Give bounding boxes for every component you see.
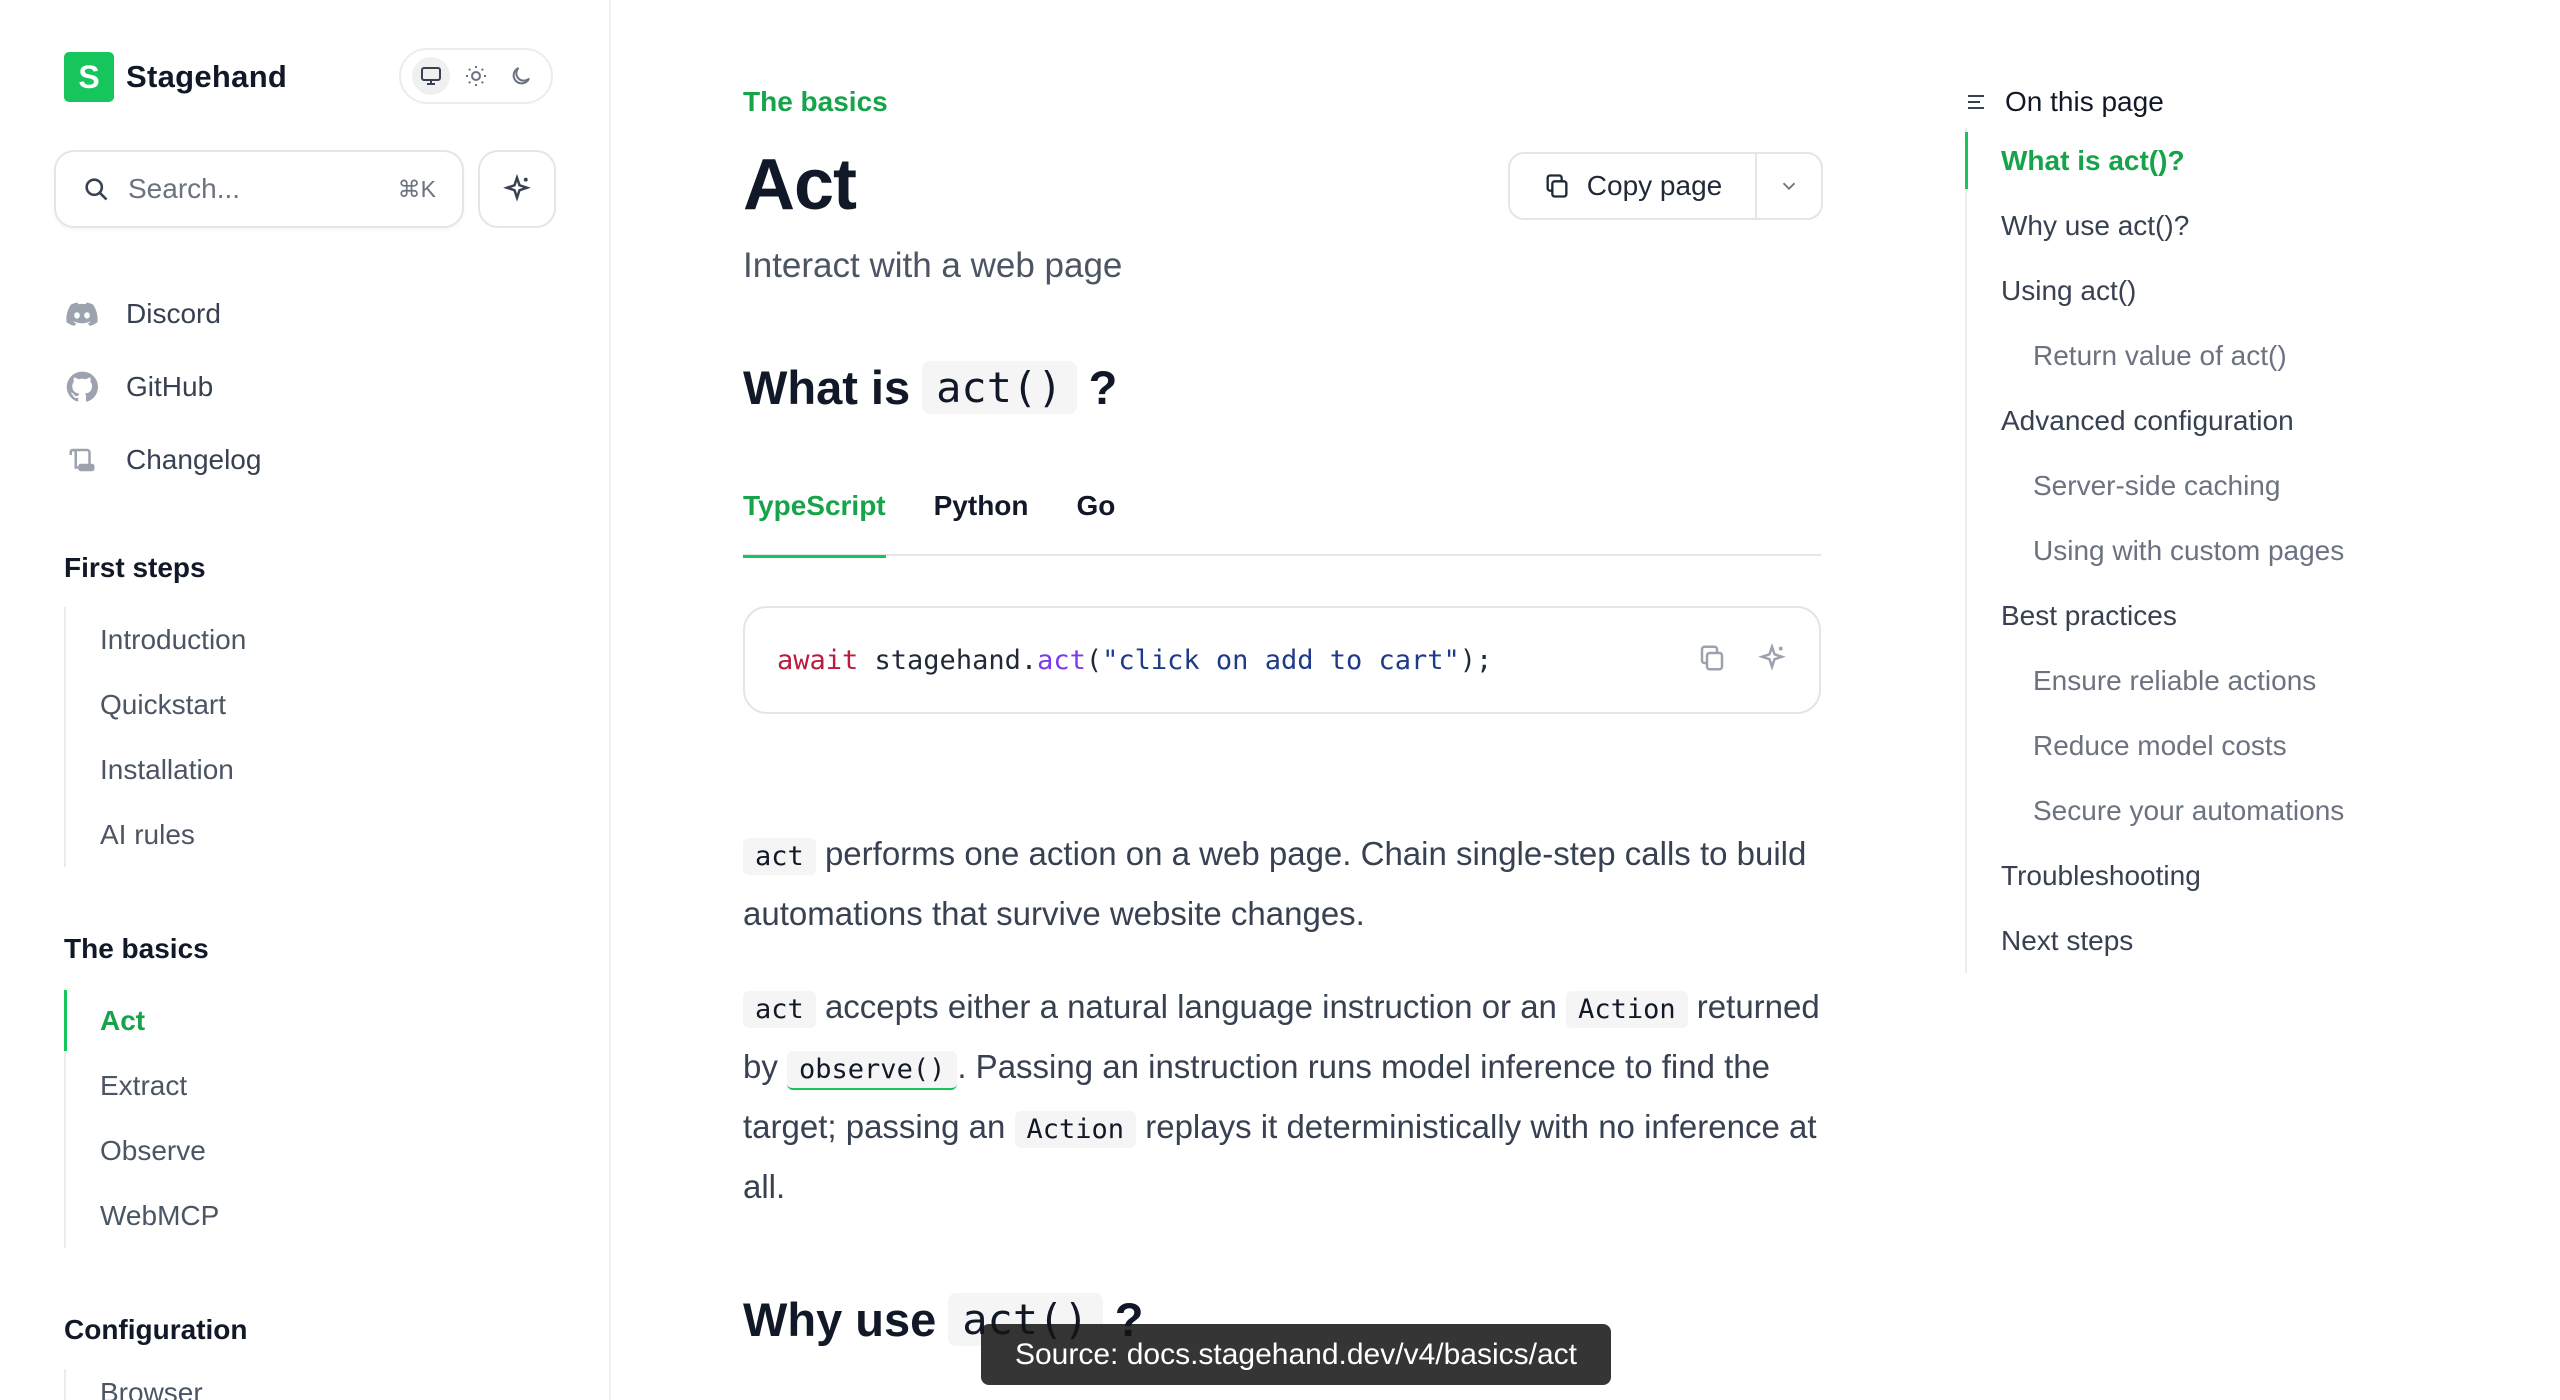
- moon-icon: [512, 67, 530, 85]
- toc-item-reliable-actions[interactable]: Ensure reliable actions: [1967, 648, 2485, 713]
- nav-item-browser[interactable]: Browser: [66, 1369, 564, 1400]
- inline-code: act: [743, 991, 816, 1028]
- paragraph-text: performs one action on a web page. Chain…: [743, 835, 1807, 932]
- nav-item-quickstart[interactable]: Quickstart: [66, 672, 564, 737]
- nav-item-introduction[interactable]: Introduction: [66, 607, 564, 672]
- page-title: Act: [743, 145, 857, 225]
- theme-switcher: [399, 48, 553, 104]
- scroll-icon: [64, 442, 100, 478]
- ask-ai-code-button[interactable]: [1757, 642, 1787, 678]
- code-string: "click on add to cart": [1102, 644, 1460, 676]
- nav-group-configuration: Browser: [64, 1369, 564, 1400]
- sparkle-icon: [503, 174, 531, 202]
- nav-heading-configuration: Configuration: [64, 1314, 248, 1345]
- toc-title-label: On this page: [2005, 86, 2164, 117]
- discord-link[interactable]: Discord: [64, 296, 221, 332]
- copy-icon: [1700, 645, 1724, 670]
- toc-list: What is act()? Why use act()? Using act(…: [1965, 128, 2485, 973]
- toc-item-why-use-act[interactable]: Why use act()?: [1967, 193, 2485, 258]
- code-paren-close: );: [1459, 644, 1493, 676]
- sun-icon: [465, 66, 486, 86]
- brand-logo[interactable]: S Stagehand: [64, 52, 287, 102]
- toc-item-advanced-configuration[interactable]: Advanced configuration: [1967, 388, 2485, 453]
- code-paren-open: (: [1085, 644, 1103, 676]
- toc-item-custom-pages[interactable]: Using with custom pages: [1967, 518, 2485, 583]
- paragraph-text: accepts either a natural language instru…: [815, 988, 1567, 1025]
- search-icon: [85, 178, 108, 201]
- changelog-link[interactable]: Changelog: [64, 442, 261, 478]
- changelog-label: Changelog: [126, 444, 262, 475]
- toc-item-troubleshooting[interactable]: Troubleshooting: [1967, 843, 2485, 908]
- section-eyebrow: The basics: [743, 86, 888, 117]
- copy-page-button-group: Copy page: [1508, 152, 1823, 220]
- language-tabs: TypeScript Python Go: [743, 480, 1821, 558]
- heading-text: What is: [743, 361, 911, 414]
- code-keyword: await: [777, 644, 859, 676]
- nav-heading-the-basics: The basics: [64, 933, 209, 964]
- copy-page-label: Copy page: [1586, 170, 1723, 201]
- dark-theme-button[interactable]: [502, 57, 540, 95]
- heading-text: Why use: [743, 1293, 937, 1346]
- copy-options-dropdown[interactable]: [1755, 154, 1821, 218]
- copy-icon: [1546, 174, 1568, 198]
- stagehand-logo-icon: S: [64, 52, 114, 102]
- nav-item-extract[interactable]: Extract: [66, 1053, 564, 1118]
- nav-item-ai-rules[interactable]: AI rules: [66, 802, 564, 867]
- nav-item-observe[interactable]: Observe: [66, 1118, 564, 1183]
- search-shortcut: ⌘K: [397, 175, 436, 202]
- search-input[interactable]: Search... ⌘K: [54, 150, 464, 228]
- code-block: await stagehand.act("click on add to car…: [743, 606, 1821, 714]
- nav-item-act[interactable]: Act: [64, 988, 564, 1053]
- toc-item-return-value[interactable]: Return value of act(): [1967, 323, 2485, 388]
- inline-code: Action: [1014, 1111, 1137, 1148]
- nav-item-webmcp[interactable]: WebMCP: [66, 1183, 564, 1248]
- toc-item-next-steps[interactable]: Next steps: [1967, 908, 2485, 973]
- monitor-icon: [421, 67, 442, 85]
- sidebar: S Stagehand Search... ⌘K Discord GitHub: [0, 0, 611, 1400]
- brand-name: Stagehand: [126, 59, 288, 94]
- heading-suffix: ?: [1088, 361, 1118, 414]
- toc-item-reduce-costs[interactable]: Reduce model costs: [1967, 713, 2485, 778]
- nav-group-the-basics: Act Extract Observe WebMCP: [64, 988, 564, 1248]
- system-theme-button[interactable]: [412, 57, 451, 95]
- github-label: GitHub: [126, 371, 214, 402]
- paragraph-accepts: act accepts either a natural language in…: [743, 978, 1823, 1215]
- tab-typescript[interactable]: TypeScript: [743, 480, 886, 558]
- nav-item-installation[interactable]: Installation: [66, 737, 564, 802]
- tab-go[interactable]: Go: [1077, 480, 1116, 556]
- github-icon: [64, 369, 100, 405]
- code-function: act: [1037, 644, 1086, 676]
- heading-code: act(): [922, 361, 1077, 414]
- nav-group-first-steps: Introduction Quickstart Installation AI …: [64, 607, 564, 867]
- heading-what-is-act[interactable]: What is act() ?: [743, 360, 1117, 415]
- code-object: stagehand.: [858, 644, 1038, 676]
- toc-item-using-act[interactable]: Using act(): [1967, 258, 2485, 323]
- ai-assistant-button[interactable]: [478, 150, 556, 228]
- source-url-tooltip: Source: docs.stagehand.dev/v4/basics/act: [981, 1324, 1611, 1385]
- toc-item-secure-automations[interactable]: Secure your automations: [1967, 778, 2485, 843]
- page-subtitle: Interact with a web page: [743, 246, 1123, 285]
- inline-code: Action: [1566, 991, 1688, 1028]
- observe-link[interactable]: observe(): [787, 1051, 958, 1090]
- code-actions: [1697, 642, 1787, 678]
- light-theme-button[interactable]: [457, 57, 495, 95]
- inline-code: act: [743, 838, 816, 875]
- paragraph-intro: act performs one action on a web page. C…: [743, 825, 1823, 942]
- discord-label: Discord: [126, 298, 221, 329]
- copy-page-button[interactable]: Copy page: [1510, 154, 1755, 218]
- list-icon: [1968, 95, 1984, 109]
- sparkle-icon: [1758, 642, 1786, 671]
- tab-python[interactable]: Python: [934, 480, 1029, 556]
- code-line[interactable]: await stagehand.act("click on add to car…: [777, 645, 1697, 676]
- search-placeholder: Search...: [128, 173, 241, 204]
- discord-icon: [64, 296, 100, 332]
- nav-heading-first-steps: First steps: [64, 552, 206, 583]
- chevron-down-icon: [1782, 182, 1796, 191]
- copy-code-button[interactable]: [1697, 643, 1727, 678]
- toc-title: On this page: [1965, 86, 2164, 118]
- toc-item-best-practices[interactable]: Best practices: [1967, 583, 2485, 648]
- github-link[interactable]: GitHub: [64, 369, 213, 405]
- toc-item-server-side-caching[interactable]: Server-side caching: [1967, 453, 2485, 518]
- toc-item-what-is-act[interactable]: What is act()?: [1965, 128, 2485, 193]
